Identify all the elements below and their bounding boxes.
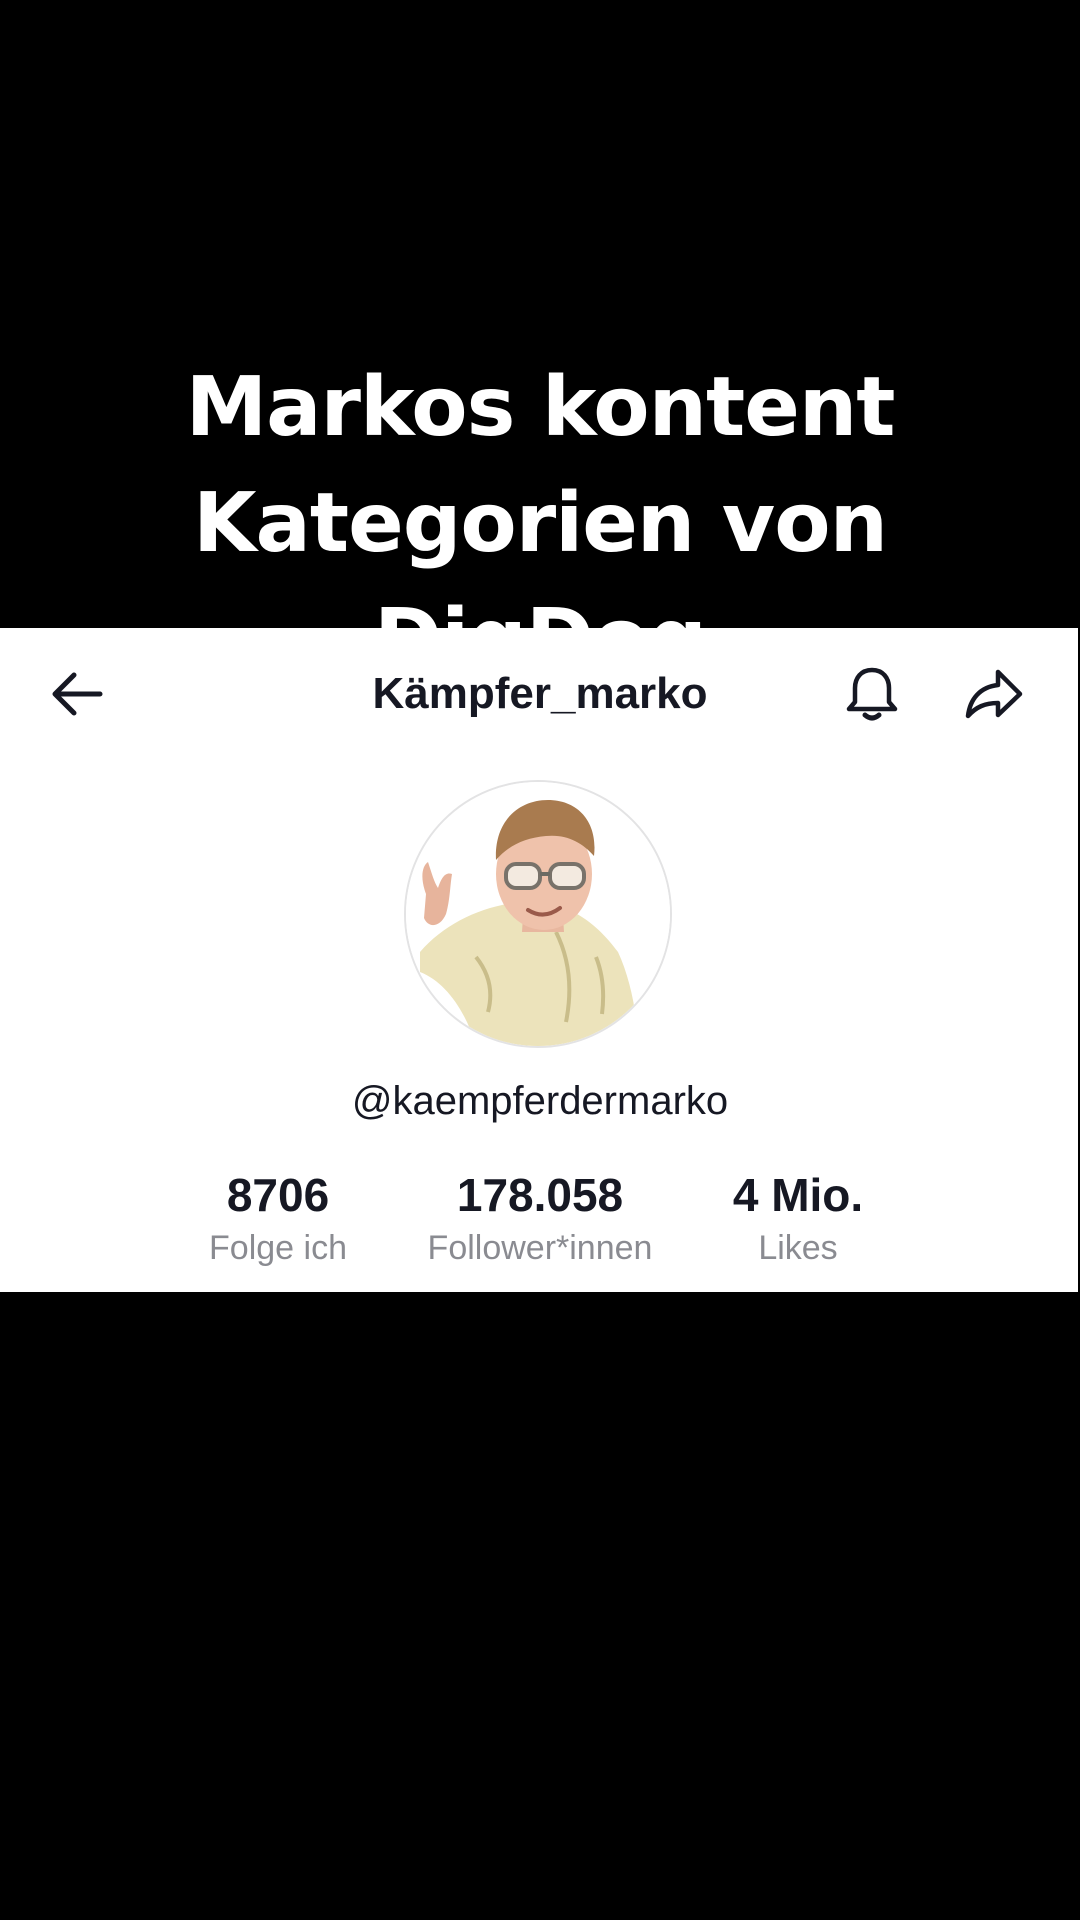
followers-count: 178.058	[456, 1169, 624, 1221]
back-button[interactable]	[42, 658, 114, 730]
video-caption: Markos kontent Kategorien von DigDog	[0, 350, 1080, 628]
share-button[interactable]	[958, 658, 1030, 730]
following-count: 8706	[226, 1169, 330, 1221]
likes-label: Likes	[758, 1229, 838, 1267]
likes-count: 4 Mio.	[732, 1169, 864, 1221]
caption-line-2: Kategorien von	[193, 476, 888, 571]
stat-likes[interactable]: 4 Mio. Likes	[668, 1168, 928, 1268]
bell-icon	[846, 667, 898, 721]
avatar[interactable]	[404, 780, 672, 1048]
stat-followers[interactable]: 178.058 Follower*innen	[410, 1168, 670, 1268]
notification-button[interactable]	[836, 658, 908, 730]
arrow-left-icon	[52, 672, 103, 716]
caption-line-3: DigDog	[0, 582, 1080, 628]
profile-photo	[406, 782, 670, 1046]
profile-username: @kaempferdermarko	[351, 1079, 729, 1123]
following-label: Folge ich	[209, 1229, 347, 1267]
caption-line-1: Markos kontent	[185, 360, 896, 455]
stat-following[interactable]: 8706 Folge ich	[148, 1168, 408, 1268]
share-arrow-icon	[965, 669, 1023, 719]
profile-screenshot: Kämpfer_marko @kaempferdermarko 8706 Fol…	[0, 628, 1078, 1292]
page-title: Kämpfer_marko	[372, 669, 708, 718]
followers-label: Follower*innen	[427, 1229, 653, 1267]
